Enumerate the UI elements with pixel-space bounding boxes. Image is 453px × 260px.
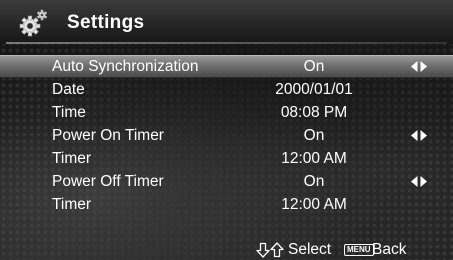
left-right-arrows-icon[interactable]	[411, 130, 427, 141]
page-title: Settings	[67, 12, 145, 33]
setting-label: Timer	[52, 196, 92, 213]
setting-label: Timer	[52, 150, 92, 167]
setting-value: 2000/01/01	[275, 81, 353, 98]
settings-header: Settings	[0, 0, 453, 44]
setting-value: 12:00 AM	[281, 150, 347, 167]
setting-row-power-on-timer[interactable]: Power On Timer On	[0, 124, 453, 147]
setting-row-time[interactable]: Time 08:08 PM	[0, 101, 453, 124]
setting-row-date[interactable]: Date 2000/01/01	[0, 78, 453, 101]
up-down-arrows-icon	[256, 242, 284, 258]
menu-key-icon: MENU	[344, 244, 374, 256]
header-divider	[6, 42, 447, 44]
left-right-arrows-icon[interactable]	[411, 176, 427, 187]
setting-value: 12:00 AM	[281, 196, 347, 213]
setting-value: On	[303, 127, 325, 144]
settings-screen: Settings Auto Synchronization On Date 20…	[0, 0, 453, 260]
gear-icon	[19, 9, 48, 37]
setting-value: 08:08 PM	[280, 104, 348, 121]
select-hint-label: Select	[288, 241, 332, 258]
footer-hints: Select MENU Back	[0, 238, 453, 260]
setting-label: Date	[52, 81, 85, 98]
settings-list: Auto Synchronization On Date 2000/01/01 …	[0, 55, 453, 216]
setting-label: Power Off Timer	[52, 173, 164, 190]
left-right-arrows-icon[interactable]	[411, 61, 427, 72]
setting-label: Power On Timer	[52, 127, 164, 144]
setting-value: On	[303, 173, 325, 190]
back-hint-label: Back	[372, 241, 407, 258]
setting-value: On	[303, 58, 325, 75]
setting-row-power-on-time[interactable]: Timer 12:00 AM	[0, 147, 453, 170]
setting-label: Auto Synchronization	[52, 58, 199, 75]
setting-row-power-off-timer[interactable]: Power Off Timer On	[0, 170, 453, 193]
setting-row-auto-synchronization[interactable]: Auto Synchronization On	[0, 55, 453, 78]
setting-label: Time	[52, 104, 86, 121]
setting-row-power-off-time[interactable]: Timer 12:00 AM	[0, 193, 453, 216]
